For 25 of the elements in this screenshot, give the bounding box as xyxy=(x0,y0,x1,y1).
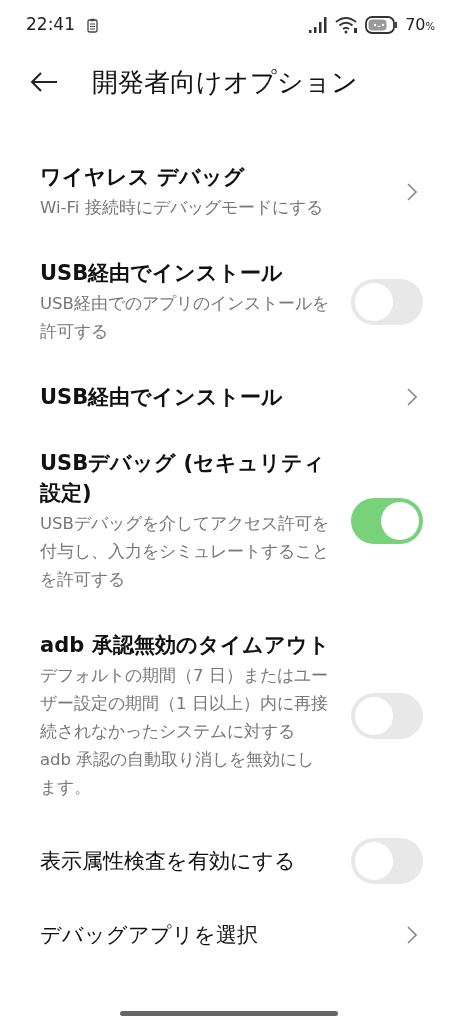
home-indicator[interactable] xyxy=(120,1011,338,1016)
chevron-right-icon xyxy=(407,926,417,944)
setting-title[interactable]: adb 承認無効のタイムアウト xyxy=(40,630,331,660)
setting-title[interactable]: USBデバッグ (セキュリティ設定) xyxy=(40,448,331,508)
status-time: 22:41 xyxy=(26,13,75,37)
wifi-icon xyxy=(335,16,360,34)
battery-percent: 70 xyxy=(405,14,426,36)
setting-title[interactable]: デバッグアプリを選択 xyxy=(40,920,387,950)
setting-title[interactable]: USB経由でインストール xyxy=(40,382,387,412)
clipboard-icon xyxy=(87,17,98,33)
setting-title[interactable]: 表示属性検査を有効にする xyxy=(40,846,331,876)
setting-title[interactable]: ワイヤレス デバッグ xyxy=(40,162,387,192)
setting-description: USB経由でのアプリのインストールを許可する xyxy=(40,293,330,343)
setting-title[interactable]: USB経由でインストール xyxy=(40,258,331,288)
chevron-right-icon xyxy=(407,183,417,201)
chevron-right-icon xyxy=(407,388,417,406)
signal-icon xyxy=(309,17,330,33)
setting-description: USBデバッグを介してアクセス許可を付与し、入力をシミュレートすることを許可する xyxy=(40,513,330,591)
percent-sign: % xyxy=(425,21,435,34)
toggle-switch[interactable] xyxy=(351,498,423,544)
setting-description: Wi-Fi 接続時にデバッグモードにする xyxy=(40,197,324,219)
battery-icon xyxy=(365,16,400,34)
back-arrow-icon[interactable] xyxy=(30,72,58,92)
setting-description: デフォルトの期間（7 日）またはユーザー設定の期間（1 日以上）内に再接続されなかったシステムに対する adb 承認の自動取り消しを無効にします。 xyxy=(40,665,329,799)
page-title: 開発者向けオプション xyxy=(92,65,358,99)
